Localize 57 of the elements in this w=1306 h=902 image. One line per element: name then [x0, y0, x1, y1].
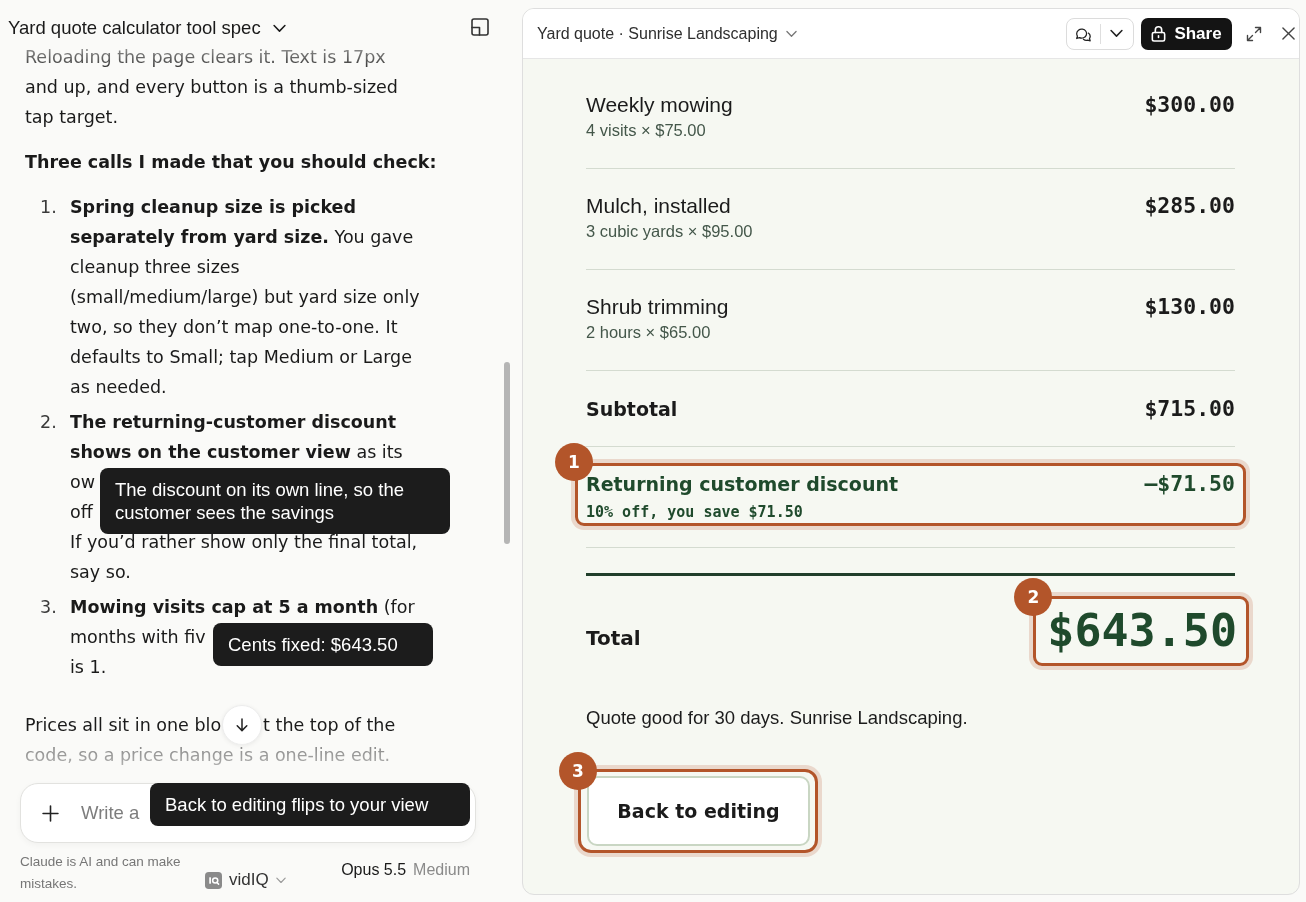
item-amount: $285.00 — [1144, 193, 1235, 219]
chevron-down-icon — [272, 23, 286, 33]
callout-badge: 3 — [559, 752, 597, 790]
list-number: 2. — [39, 411, 58, 434]
list-item-text: Mowing visits cap at 5 a month (for — [70, 596, 415, 619]
tooltip: Cents fixed: $643.50 — [213, 623, 433, 666]
sidebar-toggle-button[interactable] — [471, 18, 489, 36]
tooltip: The discount on its own line, so the customer sees the savings — [100, 468, 450, 534]
item-detail: 3 cubic yards × $95.00 — [586, 221, 753, 242]
scrollbar-thumb[interactable] — [504, 362, 510, 544]
disclaimer-text: Claude is AI and can make mistakes. — [20, 853, 182, 893]
discount-detail: 10% off, you save $71.50 — [586, 502, 804, 523]
message-text: Reloading the page clears it. Text is 17px and up, and every button is a thumb-sized tap target. — [25, 46, 399, 129]
chevron-down-icon — [785, 29, 797, 38]
close-icon — [1281, 27, 1295, 40]
plus-icon — [42, 804, 59, 822]
connector-button[interactable]: vidIQ — [205, 869, 286, 891]
callout-badge: 2 — [1014, 578, 1053, 616]
subtotal-label: Subtotal — [586, 397, 678, 422]
model-selector[interactable]: Opus 5.5 — [341, 860, 407, 880]
message-text: Prices all sit in one blo — [25, 714, 222, 737]
scroll-down-button[interactable] — [222, 705, 263, 745]
total-label: Total — [586, 625, 641, 651]
tooltip: Back to editing flips to your view — [150, 783, 470, 826]
message-heading: Three calls I made that you should check: — [25, 151, 438, 174]
list-number: 1. — [39, 196, 58, 219]
chevron-down-icon — [1110, 29, 1124, 38]
back-to-editing-button[interactable]: Back to editing — [587, 776, 810, 846]
expand-icon — [1246, 25, 1262, 42]
item-label: Shrub trimming — [586, 294, 729, 320]
panel-icon — [471, 18, 489, 36]
message-text: t the top of the — [263, 714, 396, 737]
quote-note: Quote good for 30 days. Sunrise Landscaping. — [586, 706, 968, 730]
item-label: Mulch, installed — [586, 193, 732, 219]
item-amount: $130.00 — [1144, 294, 1235, 320]
list-item-text: If you’d rather show only the final total, say so. — [70, 531, 419, 584]
add-button[interactable] — [42, 804, 59, 822]
discount-amount: –$71.50 — [1144, 471, 1235, 497]
item-detail: 2 hours × $65.00 — [586, 322, 712, 343]
lock-icon — [1151, 25, 1167, 42]
list-item-text: off — [70, 501, 93, 524]
item-detail: 4 visits × $75.00 — [586, 120, 707, 141]
share-button[interactable]: Share — [1141, 17, 1232, 50]
list-item-text: ow — [70, 471, 96, 494]
artifact-title[interactable]: Yard quote · Sunrise Landscaping — [537, 21, 797, 46]
list-item-text: Spring cleanup size is picked separately from yard size. You gave cleanup three sizes (small/medium/large) but yard size only two, so they don’t map one-to-one. It defaults to Small; tap Medium or Large as needed. — [70, 196, 421, 399]
app-icon — [205, 871, 222, 889]
chevron-down-icon — [275, 876, 286, 884]
item-amount: $300.00 — [1144, 92, 1235, 118]
list-item-text: months with fiv — [70, 626, 206, 649]
conversation-title[interactable]: Yard quote calculator tool spec — [8, 16, 286, 40]
list-item-text: is 1. — [70, 656, 107, 679]
item-label: Weekly mowing — [586, 92, 733, 118]
message-text: code, so a price change is a one-line edit. — [25, 744, 391, 767]
message-input[interactable]: Write a — [81, 799, 145, 827]
list-number: 3. — [39, 596, 58, 619]
subtotal-amount: $715.00 — [1144, 396, 1235, 422]
